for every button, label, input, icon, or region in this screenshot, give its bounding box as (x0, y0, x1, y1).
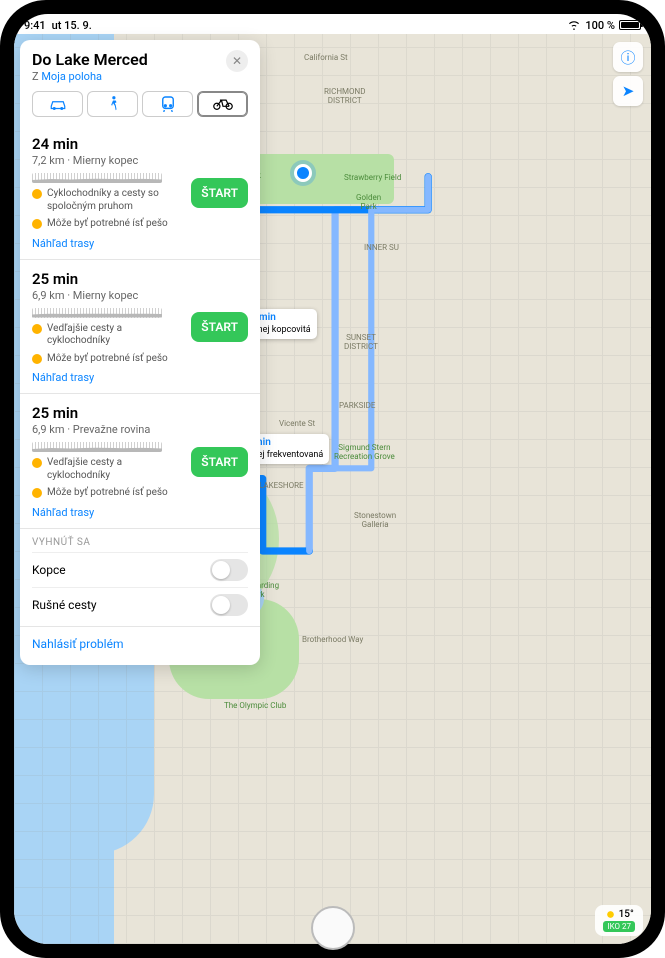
map-label: Sigmund SternRecreation Grove (334, 444, 395, 462)
map-label: Vicente St (279, 420, 315, 429)
avoid-busy-toggle[interactable] (210, 594, 248, 616)
directions-sidebar: Do Lake Merced Z Moja poloha ✕ 24 min 7,… (20, 40, 260, 665)
start-button[interactable]: ŠTART (191, 312, 248, 342)
map-label: Brotherhood Way (302, 636, 363, 645)
avoid-hills-toggle[interactable] (210, 559, 248, 581)
map-label: PARKSIDE (339, 402, 375, 411)
map-label: The Olympic Club (224, 702, 286, 711)
warning-icon (32, 219, 42, 229)
locate-button[interactable]: ➤ (613, 76, 643, 106)
map-label: StonestownGalleria (354, 512, 396, 530)
map-label: GoldenPark (356, 194, 381, 212)
warning-icon (32, 488, 42, 498)
warning-icon (32, 189, 42, 199)
route-distance: 6,9 km · Prevažne rovina (32, 423, 183, 436)
start-button[interactable]: ŠTART (191, 178, 248, 208)
start-button[interactable]: ŠTART (191, 447, 248, 477)
map-info-button[interactable]: ⓘ (613, 42, 643, 72)
battery-text: 100 % (585, 19, 615, 32)
advisory-text: Vedľajšie cesty a cyklochodníky (47, 323, 183, 348)
map-label: LAKESHORE (259, 482, 304, 491)
user-location-dot (294, 164, 312, 182)
status-date: ut 15. 9. (52, 19, 92, 32)
aqi-badge: IKO 27 (603, 921, 635, 932)
from-location-link[interactable]: Moja poloha (41, 70, 102, 83)
battery-icon (619, 20, 641, 30)
avoid-hills-label: Kopce (32, 563, 66, 577)
route-time: 25 min (32, 404, 183, 422)
mode-transit[interactable] (142, 91, 193, 117)
sidebar-title: Do Lake Merced (32, 50, 148, 69)
wifi-icon (567, 20, 581, 30)
mode-walk[interactable] (87, 91, 138, 117)
advisory-text: Môže byť potrebné ísť pešo (47, 353, 168, 366)
warning-icon (32, 458, 42, 468)
status-time: 9:41 (24, 19, 46, 32)
avoid-title: VYHNÚŤ SA (32, 537, 248, 548)
elevation-chart (32, 173, 162, 183)
map-label: INNER SU (364, 244, 399, 253)
sun-icon (605, 909, 616, 920)
warning-icon (32, 324, 42, 334)
advisory-text: Vedľajšie cesty a cyklochodníky (47, 457, 183, 482)
preview-route-link[interactable]: Náhľad trasy (32, 506, 94, 519)
map-label: RICHMONDDISTRICT (324, 88, 365, 106)
map-label: SUNSETDISTRICT (344, 334, 378, 352)
route-distance: 6,9 km · Mierny kopec (32, 289, 183, 302)
report-problem-link[interactable]: Nahlásiť problém (20, 626, 260, 665)
map-label: California St (304, 54, 348, 63)
elevation-chart (32, 442, 162, 452)
warning-icon (32, 354, 42, 364)
route-distance: 7,2 km · Mierny kopec (32, 154, 183, 167)
preview-route-link[interactable]: Náhľad trasy (32, 371, 94, 384)
route-time: 25 min (32, 270, 183, 288)
route-time: 24 min (32, 135, 183, 153)
elevation-chart (32, 308, 162, 318)
preview-route-link[interactable]: Náhľad trasy (32, 237, 94, 250)
home-button[interactable] (311, 906, 355, 950)
advisory-text: Môže byť potrebné ísť pešo (47, 487, 168, 500)
avoid-busy-label: Rušné cesty (32, 598, 97, 612)
map-label: Strawberry Field (344, 174, 401, 183)
advisory-text: Môže byť potrebné ísť pešo (47, 218, 168, 231)
mode-car[interactable] (32, 91, 83, 117)
mode-bike[interactable] (197, 91, 248, 117)
close-button[interactable]: ✕ (226, 50, 248, 72)
weather-widget[interactable]: 15° IKO 27 (595, 905, 643, 936)
advisory-text: Cyklochodníky a cesty so spoločným pruho… (47, 188, 183, 213)
